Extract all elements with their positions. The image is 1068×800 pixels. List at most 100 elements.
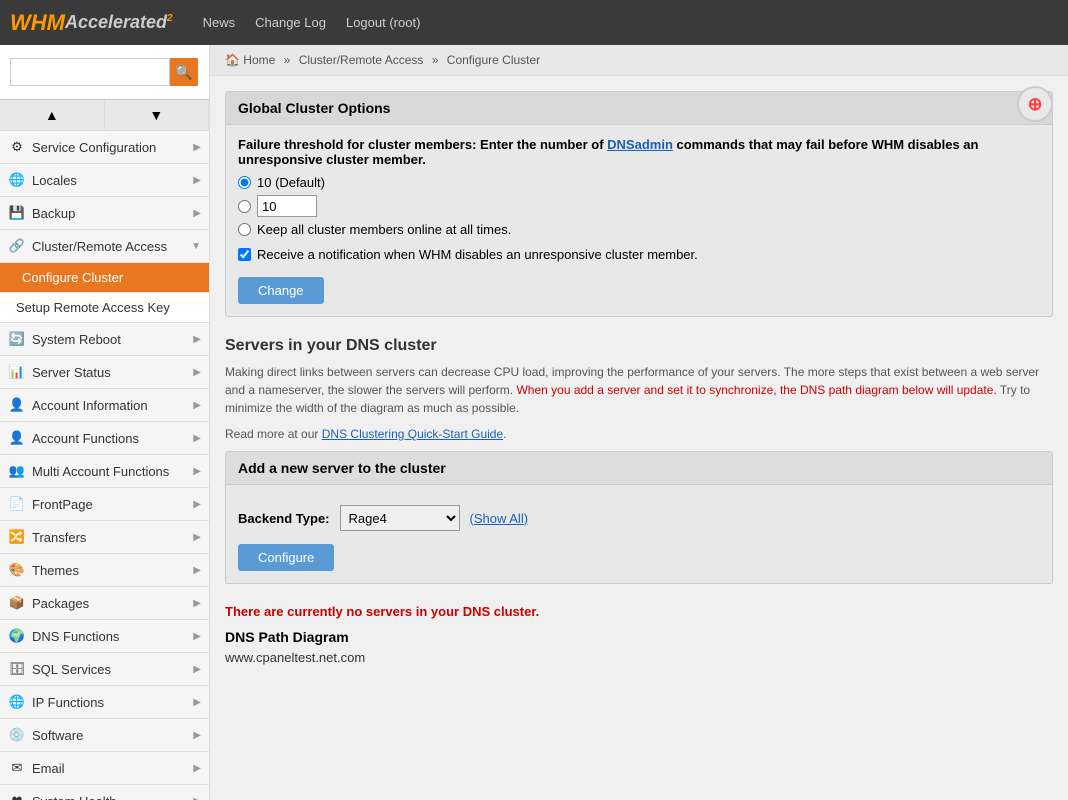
- backend-type-label: Backend Type:: [238, 511, 330, 526]
- email-icon: ✉: [8, 759, 26, 777]
- search-icon: 🔍: [175, 64, 192, 81]
- notification-checkbox-row: Receive a notification when WHM disables…: [238, 247, 1040, 262]
- help-icon[interactable]: ⊕: [1017, 86, 1053, 122]
- servers-desc-highlight: When you add a server and set it to sync…: [516, 383, 996, 397]
- sidebar-nav-arrows: ▲ ▼: [0, 100, 209, 131]
- sidebar-item-setup-remote-access-key[interactable]: Setup Remote Access Key: [0, 293, 209, 323]
- change-button[interactable]: Change: [238, 277, 324, 304]
- sidebar-item-transfers[interactable]: 🔀 Transfers ▶: [0, 521, 209, 554]
- sidebar-item-ip-functions[interactable]: 🌐 IP Functions ▶: [0, 686, 209, 719]
- dns-path-title: DNS Path Diagram: [225, 629, 1053, 645]
- news-link[interactable]: News: [203, 15, 236, 30]
- changelog-link[interactable]: Change Log: [255, 15, 326, 30]
- topnav-links: News Change Log Logout (root): [203, 15, 421, 30]
- sidebar-item-multi-account-functions[interactable]: 👥 Multi Account Functions ▶: [0, 455, 209, 488]
- show-all-link[interactable]: (Show All): [470, 511, 529, 526]
- software-icon: 💿: [8, 726, 26, 744]
- radio-keeponline-label: Keep all cluster members online at all t…: [257, 222, 511, 237]
- reboot-icon: 🔄: [8, 330, 26, 348]
- sidebar-item-cluster-remote-access[interactable]: 🔗 Cluster/Remote Access ▼: [0, 230, 209, 263]
- configure-button[interactable]: Configure: [238, 544, 334, 571]
- sidebar-item-email[interactable]: ✉ Email ▶: [0, 752, 209, 785]
- breadcrumb-cluster-link[interactable]: Cluster/Remote Access: [299, 53, 424, 67]
- sidebar-item-configure-cluster[interactable]: Configure Cluster: [0, 263, 209, 293]
- sidebar-item-account-functions[interactable]: 👤 Account Functions ▶: [0, 422, 209, 455]
- dns-icon: 🌍: [8, 627, 26, 645]
- content-body: Global Cluster Options Failure threshold…: [210, 76, 1068, 680]
- dns-path-url: www.cpaneltest.net.com: [225, 650, 1053, 665]
- sidebar-item-server-status[interactable]: 📊 Server Status ▶: [0, 356, 209, 389]
- servers-section-title: Servers in your DNS cluster: [225, 337, 1053, 355]
- radio-default[interactable]: [238, 176, 251, 189]
- dns-guide-link[interactable]: DNS Clustering Quick-Start Guide: [322, 427, 503, 441]
- logo: WHM Accelerated2: [10, 10, 173, 36]
- radio-keeponline[interactable]: [238, 223, 251, 236]
- content-area: 🏠 Home » Cluster/Remote Access » Configu…: [210, 45, 1068, 800]
- add-server-panel-header: Add a new server to the cluster: [226, 452, 1052, 485]
- sidebar-item-account-information[interactable]: 👤 Account Information ▶: [0, 389, 209, 422]
- threshold-radio-group: 10 (Default) Keep all cluster members on…: [238, 175, 1040, 237]
- logout-link[interactable]: Logout (root): [346, 15, 420, 30]
- logo-whm: WHM: [10, 10, 65, 36]
- themes-icon: 🎨: [8, 561, 26, 579]
- server-status-icon: 📊: [8, 363, 26, 381]
- sidebar-item-system-health[interactable]: ❤ System Health ▶: [0, 785, 209, 800]
- account-func-icon: 👤: [8, 429, 26, 447]
- read-more-desc: Read more at our DNS Clustering Quick-St…: [225, 425, 1053, 443]
- dnsadmin-link[interactable]: DNSadmin: [607, 137, 673, 152]
- sidebar-item-locales[interactable]: 🌐 Locales ▶: [0, 164, 209, 197]
- sidebar-item-frontpage[interactable]: 📄 FrontPage ▶: [0, 488, 209, 521]
- backend-type-row: Backend Type: Rage4 BIND PowerDNS (Show …: [238, 505, 1040, 531]
- sidebar-nav-up[interactable]: ▲: [0, 100, 105, 130]
- packages-icon: 📦: [8, 594, 26, 612]
- notification-checkbox[interactable]: [238, 248, 251, 261]
- breadcrumb-home-link[interactable]: Home: [243, 53, 275, 67]
- health-icon: ❤: [8, 792, 26, 800]
- sql-icon: 🗄: [8, 660, 26, 678]
- servers-section: Servers in your DNS cluster Making direc…: [225, 337, 1053, 443]
- transfers-icon: 🔀: [8, 528, 26, 546]
- radio-keeponline-row: Keep all cluster members online at all t…: [238, 222, 1040, 237]
- breadcrumb: 🏠 Home » Cluster/Remote Access » Configu…: [210, 45, 1068, 76]
- sidebar: 🔍 ▲ ▼ ⚙ Service Configuration ▶ 🌐 Locale…: [0, 45, 210, 800]
- notification-label: Receive a notification when WHM disables…: [257, 247, 698, 262]
- sidebar-item-themes[interactable]: 🎨 Themes ▶: [0, 554, 209, 587]
- breadcrumb-home-icon: 🏠: [225, 53, 240, 67]
- search-input[interactable]: [10, 58, 170, 86]
- global-cluster-options-panel: Global Cluster Options Failure threshold…: [225, 91, 1053, 317]
- add-server-panel-body: Backend Type: Rage4 BIND PowerDNS (Show …: [226, 485, 1052, 583]
- sidebar-item-system-reboot[interactable]: 🔄 System Reboot ▶: [0, 323, 209, 356]
- global-cluster-options-body: Failure threshold for cluster members: E…: [226, 125, 1052, 316]
- sidebar-item-sql-services[interactable]: 🗄 SQL Services ▶: [0, 653, 209, 686]
- breadcrumb-current: Configure Cluster: [447, 53, 540, 67]
- sidebar-item-packages[interactable]: 📦 Packages ▶: [0, 587, 209, 620]
- multi-account-icon: 👥: [8, 462, 26, 480]
- top-navigation: WHM Accelerated2 News Change Log Logout …: [0, 0, 1068, 45]
- search-button[interactable]: 🔍: [170, 58, 198, 86]
- add-server-panel: Add a new server to the cluster Backend …: [225, 451, 1053, 584]
- servers-section-desc: Making direct links between servers can …: [225, 363, 1053, 417]
- account-info-icon: 👤: [8, 396, 26, 414]
- threshold-custom-input[interactable]: [257, 195, 317, 217]
- sidebar-nav-down[interactable]: ▼: [105, 100, 210, 130]
- sidebar-item-service-configuration[interactable]: ⚙ Service Configuration ▶: [0, 131, 209, 164]
- main-layout: 🔍 ▲ ▼ ⚙ Service Configuration ▶ 🌐 Locale…: [0, 45, 1068, 800]
- global-cluster-options-header: Global Cluster Options: [226, 92, 1052, 125]
- search-bar: 🔍: [0, 45, 209, 100]
- no-servers-message: There are currently no servers in your D…: [225, 604, 1053, 619]
- radio-default-label: 10 (Default): [257, 175, 325, 190]
- sidebar-item-dns-functions[interactable]: 🌍 DNS Functions ▶: [0, 620, 209, 653]
- radio-custom[interactable]: [238, 200, 251, 213]
- backup-icon: 💾: [8, 204, 26, 222]
- cluster-icon: 🔗: [8, 237, 26, 255]
- frontpage-icon: 📄: [8, 495, 26, 513]
- sidebar-item-backup[interactable]: 💾 Backup ▶: [0, 197, 209, 230]
- radio-default-row: 10 (Default): [238, 175, 1040, 190]
- ip-icon: 🌐: [8, 693, 26, 711]
- radio-custom-row: [238, 195, 1040, 217]
- gear-icon: ⚙: [8, 138, 26, 156]
- sidebar-item-software[interactable]: 💿 Software ▶: [0, 719, 209, 752]
- logo-accelerated: Accelerated2: [65, 12, 173, 33]
- backend-type-select[interactable]: Rage4 BIND PowerDNS: [340, 505, 460, 531]
- locales-icon: 🌐: [8, 171, 26, 189]
